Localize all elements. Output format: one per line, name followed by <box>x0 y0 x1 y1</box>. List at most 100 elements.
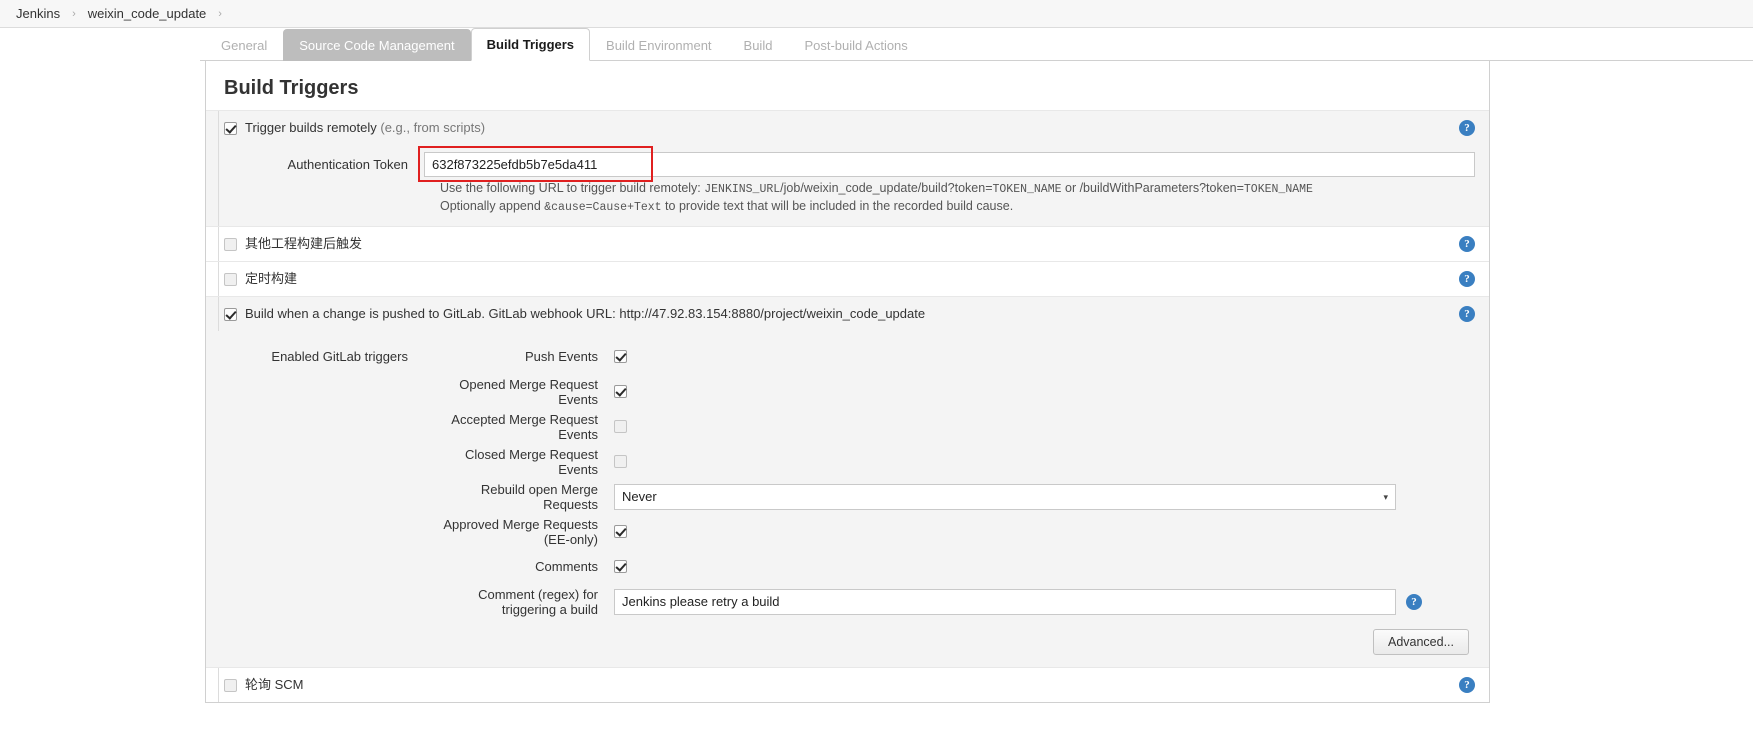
help-l1-mono-token-name: TOKEN_NAME <box>992 183 1062 196</box>
closed-mr-control <box>614 455 1475 468</box>
help-icon[interactable]: ? <box>1459 120 1475 136</box>
gitlab-push-events-row: Enabled GitLab triggers Push Events <box>206 339 1489 374</box>
comments-control <box>614 560 1475 573</box>
advanced-button-row: Advanced... <box>206 619 1489 655</box>
gitlab-opened-mr-row: Opened Merge Request Events <box>206 374 1489 409</box>
trigger-remote-checkbox[interactable] <box>224 121 237 135</box>
breadcrumb-separator-icon: › <box>72 7 76 20</box>
help-l2-b: to provide text that will be included in… <box>661 199 1014 213</box>
trigger-scheduled-build-row[interactable]: 定时构建 ? <box>206 262 1489 296</box>
breadcrumb-separator-icon-2[interactable]: › <box>212 8 228 20</box>
help-icon[interactable]: ? <box>1406 593 1422 610</box>
comments-checkbox[interactable] <box>614 560 627 573</box>
trigger-poll-scm-label: 轮询 SCM <box>245 677 304 692</box>
push-events-checkbox[interactable] <box>614 350 627 363</box>
help-l1-c: or /buildWithParameters?token= <box>1061 181 1244 195</box>
rebuild-open-merge-requests-select[interactable]: Never ▾ <box>614 483 1396 510</box>
gitlab-comment-regex-row: Comment (regex) for triggering a build ? <box>206 584 1489 619</box>
trigger-scheduled-build-block: 定时构建 ? <box>206 261 1489 296</box>
breadcrumb-item-job[interactable]: weixin_code_update <box>82 0 213 28</box>
gitlab-rebuild-open-mr-row: Rebuild open Merge Requests Never ▾ <box>206 479 1489 514</box>
closed-merge-request-events-label: Closed Merge Request Events <box>465 446 598 477</box>
gitlab-accepted-mr-row: Accepted Merge Request Events <box>206 409 1489 444</box>
trigger-scheduled-build-checkbox[interactable] <box>224 272 237 286</box>
approved-merge-requests-checkbox[interactable] <box>614 525 627 538</box>
opened-merge-request-events-checkbox[interactable] <box>614 385 627 398</box>
auth-token-input[interactable] <box>424 152 1475 177</box>
help-icon[interactable]: ? <box>1459 677 1475 693</box>
help-l1-b: /job/weixin_code_update/build?token= <box>780 181 993 195</box>
tab-post-build-actions[interactable]: Post-build Actions <box>788 29 923 61</box>
opened-merge-request-events-label: Opened Merge Request Events <box>459 376 598 407</box>
breadcrumb: Jenkins › weixin_code_update › <box>0 0 1753 28</box>
trigger-remote-label: Trigger builds remotely (e.g., from scri… <box>245 119 485 137</box>
auth-token-help-note: Use the following URL to trigger build r… <box>206 180 1489 216</box>
advanced-button[interactable]: Advanced... <box>1372 629 1469 655</box>
closed-merge-request-events-checkbox[interactable] <box>614 455 627 468</box>
trigger-poll-scm-checkbox[interactable] <box>224 678 237 692</box>
rebuild-open-merge-requests-value: Never <box>622 488 657 504</box>
gitlab-comments-row: Comments <box>206 549 1489 584</box>
accepted-mr-control <box>614 420 1475 433</box>
auth-token-help-line-1: Use the following URL to trigger build r… <box>440 180 1449 198</box>
trigger-remote-block: Trigger builds remotely (e.g., from scri… <box>206 110 1489 226</box>
auth-token-help-line-2: Optionally append &cause=Cause+Text to p… <box>440 198 1449 216</box>
config-tab-bar: General Source Code Management Build Tri… <box>200 28 1753 61</box>
comment-regex-control: ? <box>614 588 1475 615</box>
trigger-poll-scm-block: 轮询 SCM ? <box>206 667 1489 702</box>
tab-general[interactable]: General <box>205 29 283 61</box>
accepted-merge-request-events-checkbox[interactable] <box>614 420 627 433</box>
help-l1-a: Use the following URL to trigger build r… <box>440 181 705 195</box>
auth-token-label: Authentication Token <box>287 157 408 172</box>
trigger-remote-subform: Authentication Token Use the following U… <box>206 145 1489 226</box>
trigger-after-other-projects-checkbox[interactable] <box>224 237 237 251</box>
page-title: Build Triggers <box>224 77 359 99</box>
left-sidebar-empty <box>0 28 200 745</box>
help-l1-mono-token-name-2: TOKEN_NAME <box>1243 183 1313 196</box>
trigger-gitlab-row[interactable]: Build when a change is pushed to GitLab.… <box>206 297 1489 331</box>
auth-token-wrap <box>418 146 1475 182</box>
help-l2-mono-cause: &cause=Cause+Text <box>544 201 662 214</box>
help-l2-a: Optionally append <box>440 199 545 213</box>
auth-token-row: Authentication Token <box>206 146 1489 182</box>
breadcrumb-item-jenkins[interactable]: Jenkins <box>10 0 66 28</box>
content-pane: General Source Code Management Build Tri… <box>200 28 1753 745</box>
rebuild-open-mr-control: Never ▾ <box>614 483 1475 510</box>
enabled-gitlab-triggers-label: Enabled GitLab triggers <box>271 349 408 364</box>
tab-build-environment[interactable]: Build Environment <box>590 29 728 61</box>
push-events-control <box>614 350 1475 363</box>
help-l1-mono-jenkins-url: JENKINS_URL <box>704 183 781 196</box>
rebuild-open-merge-requests-label: Rebuild open Merge Requests <box>480 481 598 512</box>
trigger-remote-row[interactable]: Trigger builds remotely (e.g., from scri… <box>206 111 1489 145</box>
chevron-down-icon: ▾ <box>1383 491 1388 502</box>
help-icon[interactable]: ? <box>1459 236 1475 252</box>
trigger-remote-label-muted: (e.g., from scripts) <box>380 120 486 135</box>
tab-source-code-management[interactable]: Source Code Management <box>283 29 471 61</box>
comments-label: Comments <box>535 559 598 574</box>
help-icon[interactable]: ? <box>1459 271 1475 287</box>
gitlab-approved-mr-row: Approved Merge Requests (EE-only) <box>206 514 1489 549</box>
gitlab-closed-mr-row: Closed Merge Request Events <box>206 444 1489 479</box>
approved-mr-control <box>614 525 1475 538</box>
tab-build-triggers[interactable]: Build Triggers <box>470 28 591 61</box>
trigger-gitlab-label: Build when a change is pushed to GitLab.… <box>245 306 926 321</box>
build-triggers-panel: Build Triggers Trigger builds remotely (… <box>205 61 1490 703</box>
trigger-remote-label-main: Trigger builds remotely <box>245 120 377 135</box>
trigger-gitlab-block: Build when a change is pushed to GitLab.… <box>206 296 1489 667</box>
trigger-scheduled-build-label: 定时构建 <box>245 271 298 286</box>
help-icon[interactable]: ? <box>1459 306 1475 322</box>
trigger-gitlab-checkbox[interactable] <box>224 307 237 321</box>
opened-mr-control <box>614 385 1475 398</box>
comment-regex-input[interactable] <box>614 588 1396 615</box>
push-events-label: Push Events <box>525 349 598 364</box>
trigger-after-other-projects-label: 其他工程构建后触发 <box>245 236 363 251</box>
approved-merge-requests-label: Approved Merge Requests (EE-only) <box>443 516 598 547</box>
page-body: General Source Code Management Build Tri… <box>0 28 1753 745</box>
comment-regex-label: Comment (regex) for triggering a build <box>478 586 598 617</box>
accepted-merge-request-events-label: Accepted Merge Request Events <box>451 411 598 442</box>
trigger-after-other-projects-block: 其他工程构建后触发 ? <box>206 226 1489 261</box>
trigger-poll-scm-row[interactable]: 轮询 SCM ? <box>206 668 1489 702</box>
tab-build[interactable]: Build <box>728 29 789 61</box>
trigger-after-other-projects-row[interactable]: 其他工程构建后触发 ? <box>206 227 1489 261</box>
gitlab-triggers-subpanel: Enabled GitLab triggers Push Events Open… <box>206 331 1489 667</box>
